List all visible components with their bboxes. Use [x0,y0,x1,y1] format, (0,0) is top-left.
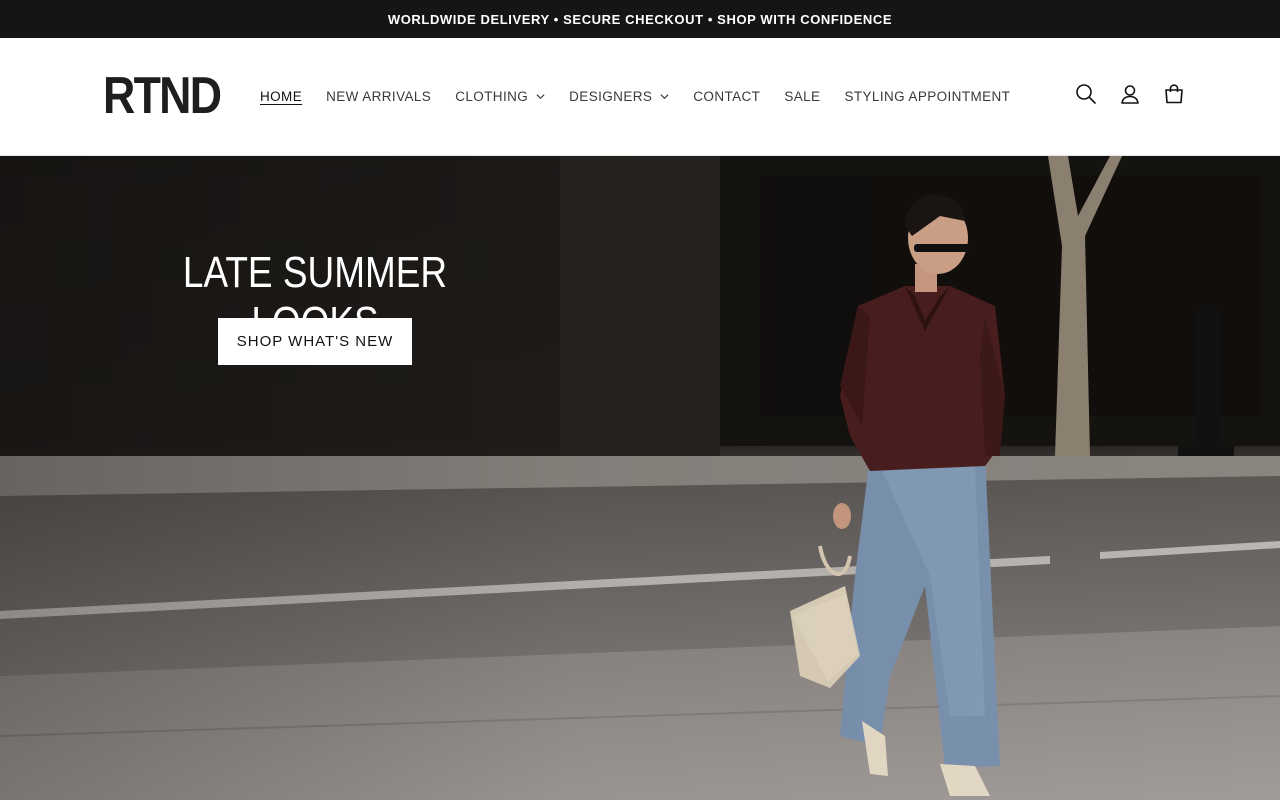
announcement-bar: WORLDWIDE DELIVERY • SECURE CHECKOUT • S… [0,0,1280,38]
nav-item-home[interactable]: HOME [248,82,314,110]
nav-item-designers[interactable]: DESIGNERS [557,82,681,110]
announcement-text: WORLDWIDE DELIVERY • SECURE CHECKOUT • S… [387,11,893,27]
account-button[interactable] [1112,78,1148,114]
nav-item-label: STYLING APPOINTMENT [844,88,1011,104]
account-icon [1119,83,1141,110]
nav-item-label: HOME [260,88,303,104]
nav-item-label: DESIGNERS [569,88,653,104]
nav-item-label: CONTACT [693,88,761,104]
shop-whats-new-button[interactable]: SHOP WHAT'S NEW [218,318,412,365]
nav-item-styling-appointment[interactable]: STYLING APPOINTMENT [832,82,1022,110]
cart-button[interactable] [1156,78,1192,114]
nav-item-label: NEW ARRIVALS [326,88,432,104]
site-header: RTND HOME NEW ARRIVALS CLOTHING DESIGNER… [0,38,1280,156]
nav-item-contact[interactable]: CONTACT [681,82,772,110]
search-button[interactable] [1068,78,1104,114]
chevron-down-icon [660,92,669,101]
nav-item-clothing[interactable]: CLOTHING [443,82,557,110]
search-icon [1075,83,1097,110]
header-icons [1068,78,1192,114]
nav-item-new-arrivals[interactable]: NEW ARRIVALS [314,82,443,110]
main-nav: HOME NEW ARRIVALS CLOTHING DESIGNERS CON… [248,82,1022,110]
cart-icon [1163,83,1185,110]
hero-banner: LATE SUMMER LOOKS SHOP WHAT'S NEW [0,156,1280,800]
nav-item-label: CLOTHING [455,88,529,104]
nav-item-label: SALE [784,88,821,104]
chevron-down-icon [536,92,545,101]
site-logo[interactable]: RTND [103,70,222,122]
nav-item-sale[interactable]: SALE [772,82,832,110]
